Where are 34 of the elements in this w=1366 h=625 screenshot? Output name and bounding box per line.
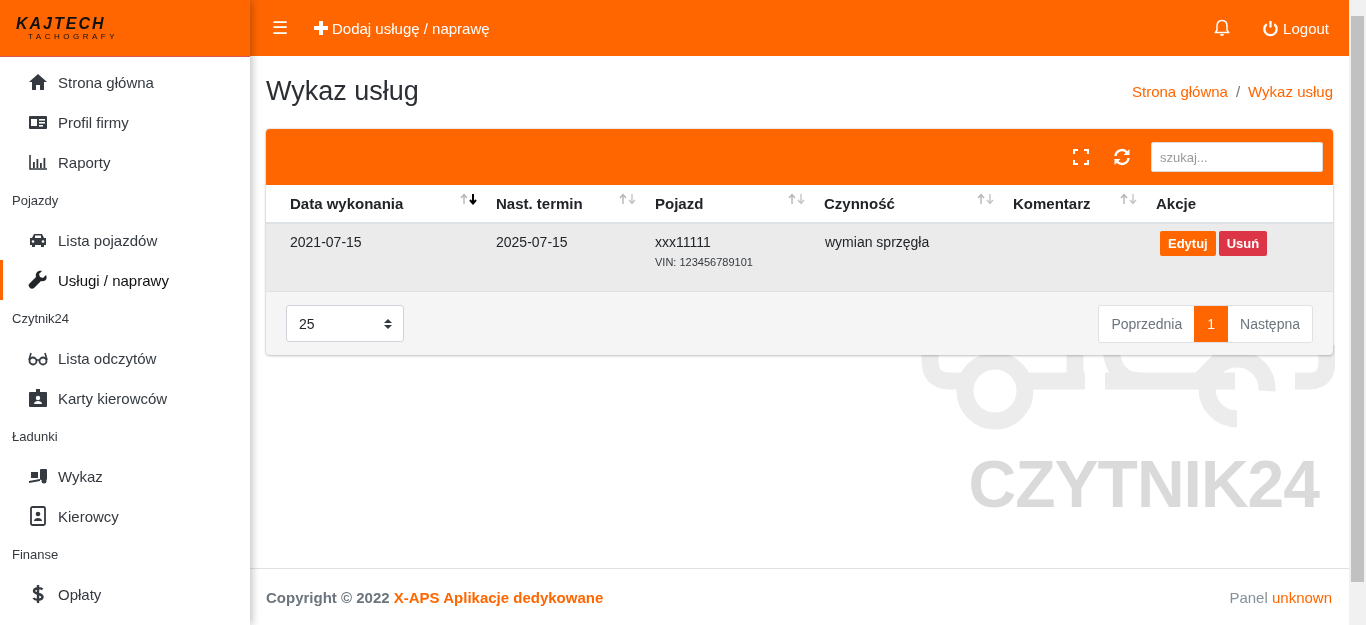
sidebar-item[interactable]: Karty kierowców [0,378,250,418]
sidebar-item[interactable]: Wykaz [0,456,250,496]
nav-section-heading: Ładunki [11,428,59,446]
copyright-text: Copyright © 2022 [266,588,390,606]
page-title: Wykaz usług [266,75,419,107]
nav-section-heading: Pojazdy [11,192,60,210]
sidebar-item[interactable]: Profil firmy [0,102,250,142]
nav-section-heading: Finanse [11,546,60,564]
vin-text: VIN: 123456789101 [655,256,754,268]
table-cell: 2025-07-15 [496,234,568,250]
panel-label: Panel [1229,588,1268,606]
page-size-select[interactable]: 25 [286,305,404,342]
panel-version: unknown [1271,588,1332,606]
nav-section-heading: Czytnik24 [11,310,71,328]
sidebar-item[interactable]: Raporty [0,142,250,182]
column-header[interactable]: Czynność [824,195,895,212]
search-field[interactable]: szukaj... [1151,142,1323,172]
next-page-button[interactable]: Następna [1228,305,1312,342]
logo-name: KAJTECH [16,15,106,32]
column-header[interactable]: Pojazd [655,195,704,212]
table-cell-text: xxx11111 [655,234,712,250]
column-header[interactable]: Akcje [1156,195,1197,212]
table-cell: 2021-07-15 [290,234,362,250]
breadcrumb-separator: / [1235,82,1241,100]
sidebar-item[interactable]: Opłaty [0,574,250,614]
sidebar-item[interactable]: Lista odczytów [0,338,250,378]
logo-subtitle: TACHOGRAFY [28,31,118,41]
previous-page-button[interactable]: Poprzednia [1099,305,1195,342]
table-cell: wymian sprzęgła [825,234,930,250]
sidebar-item[interactable]: Strona główna [0,62,250,102]
sidebar-item[interactable]: Kierowcy [0,496,250,536]
delete-button[interactable]: Usuń [1218,231,1268,256]
brand-logo[interactable]: KAJTECH TACHOGRAFY [0,0,250,57]
sidebar-item[interactable]: Lista pojazdów [0,220,250,260]
